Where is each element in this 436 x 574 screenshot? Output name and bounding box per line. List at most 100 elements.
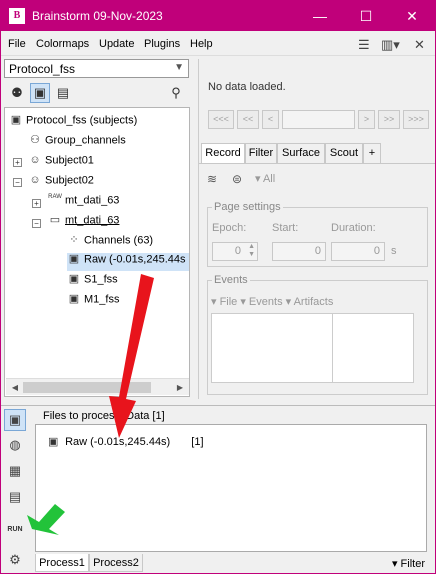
tree-node-m1[interactable]: ▣ M1_fss [67, 293, 120, 311]
process-matrix-icon[interactable]: ▤ [4, 486, 26, 508]
functional-subjects-view-icon[interactable]: ▣ [30, 83, 50, 103]
process-sources-icon[interactable]: ◍ [4, 434, 26, 456]
start-label: Start: [272, 222, 299, 234]
tab-record[interactable]: Record [201, 143, 245, 164]
chevron-down-icon: ▼ [174, 62, 184, 73]
tree-node-channels[interactable]: ⁘ Channels (63) [67, 234, 153, 252]
tree-node-group-channels[interactable]: ⚇ Group_channels [28, 134, 126, 152]
tab-process2[interactable]: Process2 [89, 554, 143, 572]
minimize-button[interactable]: — [297, 1, 343, 31]
process-timefreq-icon[interactable]: ▦ [4, 460, 26, 482]
nav-back-button[interactable]: < [262, 110, 279, 129]
channels-icon: ⁘ [69, 234, 79, 246]
tool-tabs: Record Filter Surface Scout + [199, 143, 435, 164]
scroll-left-icon[interactable]: ◀ [8, 381, 22, 394]
nav-fastback-button[interactable]: << [237, 110, 259, 129]
main-window: B Brainstorm 09-Nov-2023 — ☐ ✕ File Colo… [1, 1, 435, 573]
events-title: Events [212, 274, 250, 286]
tree-node-s1[interactable]: ▣ S1_fss [67, 273, 118, 291]
list-item[interactable]: ▣ Raw (-0.01s,245.44s) [1] [48, 435, 204, 448]
raw-folder-icon: RAW [48, 194, 62, 200]
close-button[interactable]: ✕ [389, 1, 435, 31]
nav-first-button[interactable]: <<< [208, 110, 234, 129]
scrollbar-thumb[interactable] [23, 382, 151, 393]
tree-node-folder[interactable]: ▭ mt_dati_63 [48, 214, 120, 232]
process-panel: ▣ ◍ ▦ ▤ RUN ⚙ Files to process: Data [1]… [1, 405, 435, 573]
epoch-spinner[interactable]: 0 ▲ ▼ [212, 242, 258, 261]
raw-data-icon: ▣ [68, 253, 80, 265]
nav-fastforward-button[interactable]: >> [378, 110, 400, 129]
protocol-dropdown[interactable]: Protocol_fss ▼ [4, 59, 189, 78]
events-list[interactable] [211, 313, 414, 383]
search-icon[interactable]: ⚲ [166, 83, 186, 103]
duration-field[interactable]: 0 [331, 242, 385, 261]
functional-conditions-view-icon[interactable]: ▤ [53, 83, 73, 103]
montage-selector[interactable]: ▾ All [255, 172, 275, 185]
anatomy-view-icon[interactable]: ⚉ [7, 83, 27, 103]
events-group: Events ▾ File ▾ Events ▾ Artifacts [207, 274, 428, 395]
no-data-text: No data loaded. [208, 81, 286, 93]
menu-plugins[interactable]: Plugins [144, 38, 180, 50]
title-bar[interactable]: B Brainstorm 09-Nov-2023 — ☐ ✕ [1, 1, 435, 31]
expand-icon[interactable]: + [32, 199, 41, 208]
duration-label: Duration: [331, 222, 376, 234]
database-panel: Protocol_fss ▼ ⚉ ▣ ▤ ⚲ ▣ Protocol_fss (su… [4, 59, 190, 399]
expand-icon[interactable]: + [13, 158, 22, 167]
collapse-icon[interactable]: − [32, 219, 41, 228]
nav-forward-button[interactable]: > [358, 110, 375, 129]
epoch-value: 0 [234, 245, 241, 257]
window-layout-icon[interactable]: ▥▾ [381, 37, 400, 53]
tab-scout[interactable]: Scout [325, 143, 363, 163]
brainstorm-logo-icon: B [9, 8, 25, 24]
tree-node-raw-folder[interactable]: RAW mt_dati_63 [48, 194, 119, 212]
database-tree[interactable]: ▣ Protocol_fss (subjects) ⚇ Group_channels… [4, 107, 190, 397]
tree-node-subject02[interactable]: ☺ Subject02 [28, 174, 94, 192]
folder-open-icon: ▭ [49, 214, 61, 226]
tree-node-subject01[interactable]: ☺ Subject01 [28, 154, 94, 172]
menu-update[interactable]: Update [99, 38, 134, 50]
tab-add[interactable]: + [363, 143, 381, 163]
menu-colormaps[interactable]: Colormaps [36, 38, 89, 50]
page-settings-title: Page settings [212, 201, 283, 213]
run-button[interactable]: RUN [4, 519, 26, 541]
close-figures-icon[interactable]: ✕ [414, 37, 425, 53]
events-list-divider [332, 314, 333, 382]
subject-icon: ☺ [29, 174, 41, 186]
tab-surface[interactable]: Surface [277, 143, 325, 163]
display-mode-icon[interactable]: ≋ [207, 172, 217, 186]
maximize-button[interactable]: ☐ [343, 1, 389, 31]
explorer-view-toolbar: ⚉ ▣ ▤ ⚲ [4, 81, 189, 105]
data-icon: ▣ [68, 273, 80, 285]
pipeline-icon[interactable]: ⚙ [4, 549, 26, 571]
collapse-icon[interactable]: − [13, 178, 22, 187]
window-title: Brainstorm 09-Nov-2023 [32, 9, 163, 23]
page-field[interactable] [282, 110, 355, 129]
tree-horizontal-scrollbar[interactable]: ◀ ▶ [6, 378, 189, 395]
data-icon: ▣ [68, 293, 80, 305]
layout-list-icon[interactable]: ☰ [358, 37, 370, 53]
scroll-right-icon[interactable]: ▶ [173, 381, 187, 394]
menu-bar: File Colormaps Update Plugins Help ☰ ▥▾ … [1, 32, 435, 56]
process-data-icon[interactable]: ▣ [4, 409, 26, 431]
filter-button[interactable]: ▾ Filter [392, 557, 425, 570]
spinner-arrows-icon[interactable]: ▲ ▼ [248, 243, 255, 259]
montage-icon[interactable]: ⊜ [232, 172, 242, 186]
tree-node-protocol[interactable]: ▣ Protocol_fss (subjects) [9, 114, 137, 132]
files-to-process-title: Files to process: Data [1] [43, 410, 165, 422]
menu-help[interactable]: Help [190, 38, 213, 50]
tab-process1[interactable]: Process1 [35, 554, 89, 572]
file-count: [1] [191, 436, 204, 448]
events-menu[interactable]: ▾ File ▾ Events ▾ Artifacts [211, 295, 333, 308]
files-to-process-list[interactable]: ▣ Raw (-0.01s,245.44s) [1] [35, 424, 427, 552]
start-field[interactable]: 0 [272, 242, 326, 261]
record-tab-body: ≋ ⊜ ▾ All Page settings Epoch: Start: Du… [199, 163, 435, 399]
protocol-selected: Protocol_fss [9, 62, 76, 76]
file-label: Raw (-0.01s,245.44s) [65, 436, 171, 448]
menu-file[interactable]: File [8, 38, 26, 50]
seconds-unit: s [391, 245, 397, 257]
epoch-label: Epoch: [212, 222, 247, 234]
tree-node-raw-file[interactable]: ▣ Raw (-0.01s,245.44s [67, 253, 189, 271]
process-side-toolbar: ▣ ◍ ▦ ▤ RUN ⚙ [1, 406, 29, 574]
tab-filter[interactable]: Filter [245, 143, 277, 163]
nav-last-button[interactable]: >>> [403, 110, 429, 129]
